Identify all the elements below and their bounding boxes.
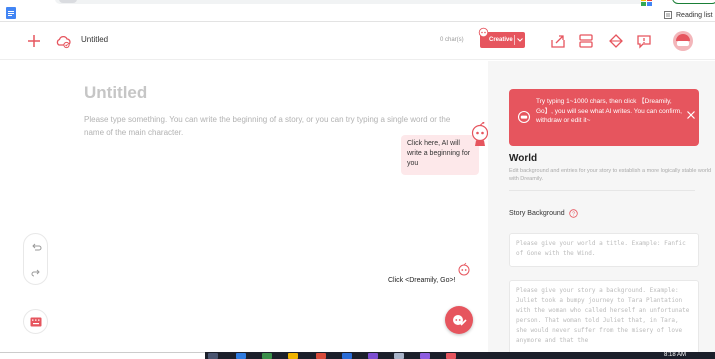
taskbar-app-icon[interactable] <box>368 353 378 359</box>
robot-mascot-icon[interactable] <box>470 122 490 148</box>
world-heading: World <box>509 153 538 164</box>
usage-tip: Try typing 1~1000 chars, then click 【Dre… <box>509 89 699 146</box>
new-story-button[interactable] <box>25 32 43 50</box>
story-background-input[interactable]: Please give your story a background. Exa… <box>509 280 699 359</box>
browser-bar: Reading list <box>0 0 715 22</box>
world-title-input[interactable]: Please give your world a title. Example:… <box>509 233 699 267</box>
site-info-icon[interactable] <box>59 0 77 3</box>
taskbar-app-icon[interactable] <box>446 353 456 359</box>
document-title[interactable]: Untitled <box>81 35 108 44</box>
user-avatar[interactable] <box>672 30 694 52</box>
world-setting-button[interactable] <box>607 32 625 50</box>
taskbar-search[interactable] <box>0 352 205 359</box>
story-background-text: Story Background <box>509 210 565 217</box>
reading-list-button[interactable]: Reading list <box>664 9 713 21</box>
taskbar-app-icon[interactable] <box>342 353 352 359</box>
keyboard-button[interactable] <box>23 309 48 334</box>
cloud-icon <box>56 35 71 49</box>
story-title-input[interactable]: Untitled <box>84 83 147 103</box>
extension-icon[interactable] <box>641 0 653 7</box>
taskbar-app-icon[interactable] <box>236 353 246 359</box>
taskbar-app-icon[interactable] <box>394 353 404 359</box>
world-description: Edit background and entries for your sto… <box>509 168 712 182</box>
address-bar[interactable] <box>55 0 645 4</box>
profile-button[interactable] <box>672 0 715 4</box>
char-count: 0 char(s) <box>440 37 464 43</box>
app-toolbar: Untitled 0 char(s) Creative <box>0 22 715 60</box>
ai-write-icon <box>453 315 467 326</box>
taskbar-app-icon[interactable] <box>420 353 430 359</box>
close-icon[interactable] <box>686 110 696 120</box>
taskbar-app-icon[interactable] <box>208 353 218 359</box>
alert-chat-icon <box>637 35 651 49</box>
divider <box>514 35 515 45</box>
redo-icon[interactable] <box>30 267 42 279</box>
google-docs-icon[interactable] <box>6 7 16 19</box>
avatar-icon <box>673 31 693 51</box>
reading-list-label: Reading list <box>676 11 713 19</box>
taskbar-app-icon[interactable] <box>288 353 298 359</box>
editor-area[interactable]: Untitled Please type something. You can … <box>0 61 490 352</box>
history-controls <box>23 233 48 285</box>
diamond-icon <box>609 34 623 48</box>
keyboard-icon <box>30 317 42 327</box>
divider <box>509 190 695 191</box>
feedback-button[interactable] <box>635 32 653 50</box>
stack-icon <box>579 34 593 48</box>
export-button[interactable] <box>549 32 567 50</box>
svg-text:?: ? <box>572 211 575 217</box>
share-icon <box>551 35 565 48</box>
mode-selector-button[interactable]: Creative <box>478 27 525 48</box>
go-hint-text: Click <Dreamily, Go>! <box>388 277 456 284</box>
reading-list-icon <box>664 11 672 19</box>
taskbar-clock[interactable]: 8:18 AM <box>664 352 686 359</box>
undo-icon[interactable] <box>30 241 42 253</box>
dreamily-go-button[interactable] <box>445 306 473 334</box>
tip-text: Try typing 1~1000 chars, then click 【Dre… <box>536 98 682 124</box>
help-icon[interactable]: ? <box>568 209 578 218</box>
robot-small-icon <box>458 262 470 276</box>
outline-button[interactable] <box>577 32 595 50</box>
world-panel: Try typing 1~1000 chars, then click 【Dre… <box>488 61 715 359</box>
taskbar-app-icon[interactable] <box>316 353 326 359</box>
story-background-label: Story Background ? <box>509 209 578 218</box>
mode-label: Creative <box>489 37 513 43</box>
taskbar-app-icon[interactable] <box>262 353 272 359</box>
robot-icon <box>517 110 531 124</box>
plus-icon <box>28 35 40 47</box>
cloud-sync-button[interactable] <box>54 32 72 50</box>
ai-write-tooltip[interactable]: Click here, AI will write a beginning fo… <box>401 135 479 175</box>
chevron-down-icon <box>517 38 523 42</box>
robot-badge-icon <box>478 27 489 37</box>
